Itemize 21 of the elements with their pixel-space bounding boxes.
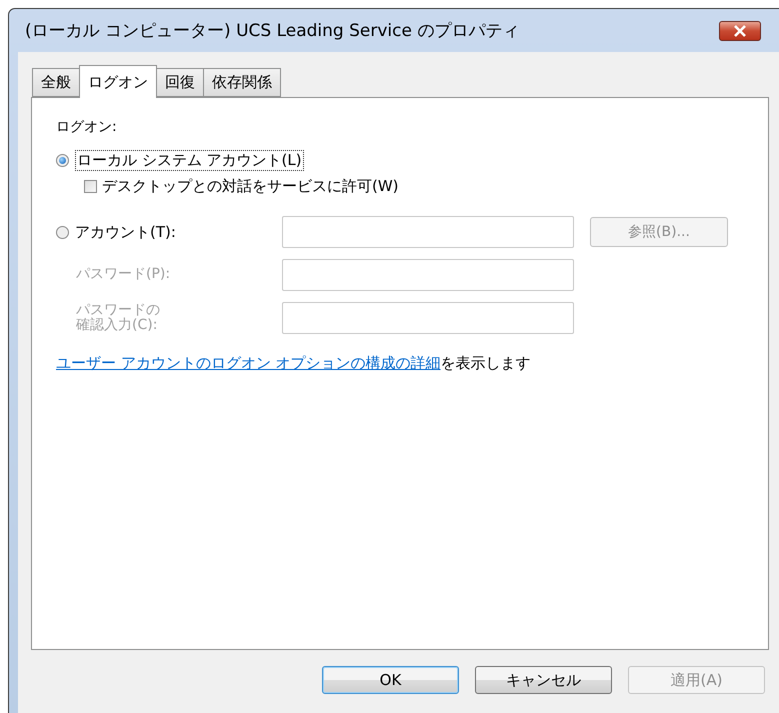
help-text: ユーザー アカウントのログオン オプションの構成の詳細を表示します <box>56 354 532 373</box>
radio-label[interactable]: ローカル システム アカウント(L) <box>75 150 304 171</box>
radio-button[interactable] <box>56 226 69 238</box>
dialog-button[interactable]: キャンセル <box>475 666 612 694</box>
radio-button[interactable] <box>56 154 69 167</box>
field-label: 確認入力(C): <box>76 318 158 334</box>
tab[interactable]: 回復 <box>156 68 204 97</box>
close-button[interactable] <box>719 20 761 40</box>
checkbox[interactable] <box>84 180 97 193</box>
tab[interactable]: ログオン <box>79 65 157 98</box>
field-label: パスワード(P): <box>76 267 170 283</box>
section-label: ログオン: <box>56 118 118 136</box>
tab[interactable]: 全般 <box>32 68 80 97</box>
help-link[interactable]: ユーザー アカウントのログオン オプションの構成の詳細 <box>56 354 441 372</box>
checkbox-label[interactable]: デスクトップとの対話をサービスに許可(W) <box>102 177 399 196</box>
field-label: パスワードの <box>76 302 160 318</box>
close-icon <box>733 24 747 36</box>
window-title: (ローカル コンピューター) UCS Leading Service のプロパティ <box>25 20 520 42</box>
tab[interactable]: 依存関係 <box>203 68 281 97</box>
dialog-button[interactable]: OK <box>322 666 459 694</box>
radio-label[interactable]: アカウント(T): <box>75 222 176 242</box>
